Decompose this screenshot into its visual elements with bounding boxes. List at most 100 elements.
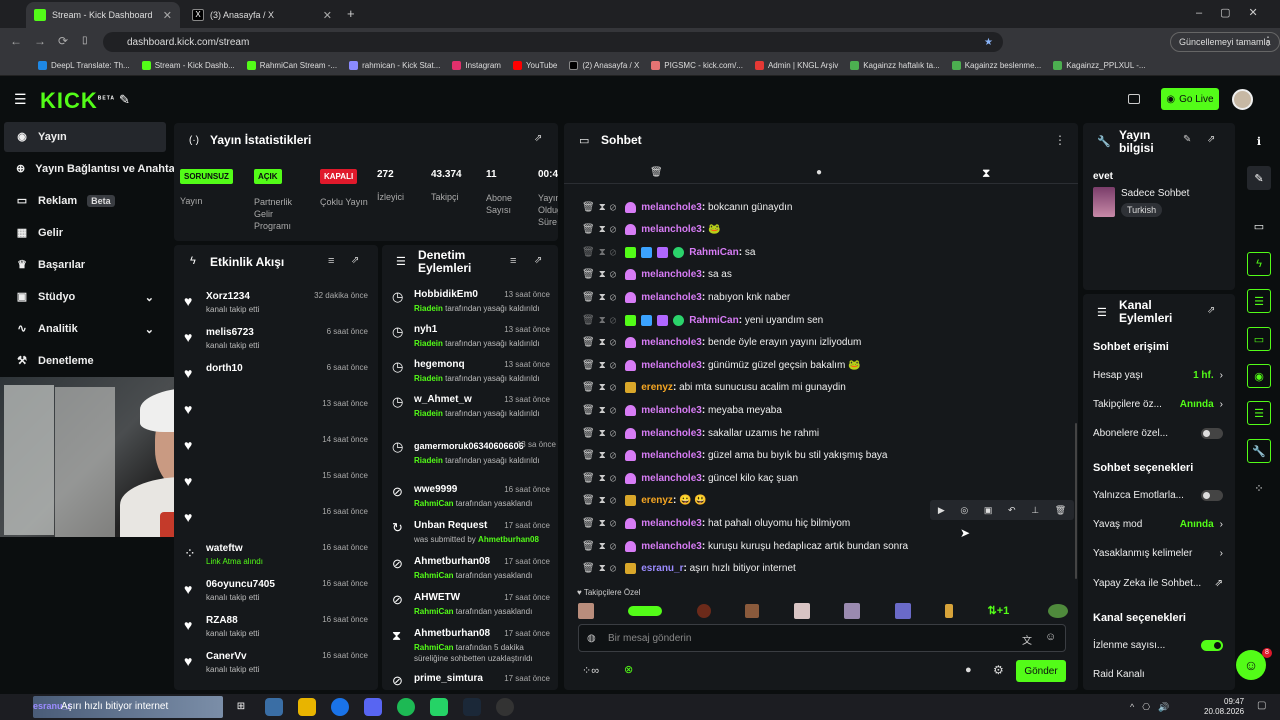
chat-username[interactable]: melanchole3 bbox=[641, 450, 702, 461]
close-tab-icon[interactable]: ✕ bbox=[163, 9, 172, 22]
emote-icon[interactable] bbox=[1047, 604, 1068, 618]
steam-icon[interactable] bbox=[463, 698, 481, 716]
theatre-icon[interactable]: ▭ bbox=[1247, 214, 1271, 238]
apps-icon[interactable]: ⁘ bbox=[1247, 476, 1271, 500]
sidebar-item-stream-key[interactable]: ⊕ Yayın Bağlantısı ve Anahtarı bbox=[4, 154, 182, 184]
sidebar-item-achievements[interactable]: ♛ Başarılar bbox=[4, 250, 166, 280]
chat-username[interactable]: melanchole3 bbox=[641, 224, 702, 235]
clock[interactable]: 09:47 20.08.2026 bbox=[1204, 697, 1244, 717]
activity-user[interactable]: CanerVv bbox=[206, 651, 247, 662]
chat-username[interactable]: melanchole3 bbox=[641, 518, 702, 529]
sidebar-item-studio[interactable]: ▣ Stüdyo ⌄ bbox=[4, 282, 166, 312]
window-controls[interactable]: –▢✕ bbox=[1196, 6, 1276, 19]
chat-message[interactable]: 🗑⧗⊘ melanchole3: hat pahalı oluyomu hiç … bbox=[582, 512, 850, 534]
chat-message[interactable]: 🗑⧗⊘ erenyz: 😀 😃 bbox=[582, 490, 707, 512]
mod-action-target[interactable]: HobbidikEm0 bbox=[414, 289, 478, 300]
pin-icon[interactable]: ⊥ bbox=[1031, 505, 1039, 516]
wrench-icon[interactable]: 🔧 bbox=[1247, 439, 1271, 463]
play-icon[interactable]: ▶ bbox=[938, 505, 945, 516]
chat-message[interactable]: 🗑⧗⊘ melanchole3: bokcanın günaydın bbox=[582, 196, 792, 218]
chat-message[interactable]: 🗑⧗⊘ melanchole3: meyaba meyaba bbox=[582, 399, 782, 421]
emote-icon[interactable] bbox=[894, 603, 911, 619]
chat-scrollbar[interactable] bbox=[1075, 423, 1077, 579]
followers-only-setting[interactable]: Takipçilere öz... Anında › bbox=[1093, 399, 1223, 410]
sidebar-item-ads[interactable]: ▭ Reklam Beta bbox=[4, 186, 166, 216]
chat-message[interactable]: 🗑⧗⊘ melanchole3: güncel kilo kaç şuan bbox=[582, 467, 798, 489]
sidebar-item-yayin[interactable]: ◉ Yayın bbox=[4, 122, 166, 152]
moderation-icon[interactable]: ☰ bbox=[1247, 401, 1271, 425]
emote-icon[interactable] bbox=[628, 606, 663, 616]
emotes-only-toggle[interactable] bbox=[1201, 490, 1223, 501]
chat-message[interactable]: 🗑⧗⊘ melanchole3: bende öyle erayın yayın… bbox=[582, 332, 861, 354]
mod-action-target[interactable]: wwe9999 bbox=[414, 484, 457, 495]
message-mod-tools[interactable]: 🗑⧗⊘ bbox=[582, 473, 620, 484]
filter-icon[interactable]: ≡ bbox=[510, 255, 516, 267]
bookmark-item[interactable]: rahmican - Kick Stat... bbox=[349, 61, 440, 70]
bookmark-item[interactable]: Kagainzz_PPLXUL -... bbox=[1053, 61, 1146, 70]
chat-message[interactable]: 🗑⧗⊘ melanchole3: sa as bbox=[582, 264, 732, 286]
infinity-icon[interactable]: ⁘∞ bbox=[582, 664, 599, 677]
chat-username[interactable]: RahmiCan bbox=[689, 247, 738, 258]
mod-action-target[interactable]: prime_simtura bbox=[414, 673, 483, 684]
message-mod-tools[interactable]: 🗑⧗⊘ bbox=[582, 541, 620, 552]
bookmark-item[interactable]: Stream - Kick Dashb... bbox=[141, 61, 235, 70]
bookmark-item[interactable]: RahmiCan Stream -... bbox=[246, 61, 337, 70]
info-icon[interactable]: ℹ bbox=[1247, 129, 1271, 153]
avatar[interactable] bbox=[1232, 89, 1253, 110]
chat-username[interactable]: melanchole3 bbox=[641, 405, 702, 416]
timeout-tab-icon[interactable]: ⧗ bbox=[982, 166, 990, 181]
message-mod-tools[interactable]: 🗑⧗⊘ bbox=[582, 224, 620, 235]
chat-message[interactable]: 🗑⧗⊘ melanchole3: kuruşu kuruşu hedaplıca… bbox=[582, 535, 908, 557]
reply-icon[interactable]: ◎ bbox=[960, 505, 968, 516]
close-tab-icon[interactable]: ✕ bbox=[323, 9, 332, 22]
chat-icon[interactable]: ▭ bbox=[1247, 327, 1271, 351]
chat-message[interactable]: 🗑⧗⊘ RahmiCan: sa bbox=[582, 241, 755, 263]
mod-action-target[interactable]: Unban Request bbox=[414, 520, 487, 531]
bookmark-item[interactable]: Kagainzz beslenme... bbox=[951, 61, 1041, 70]
mod-action-target[interactable]: Ahmetburhan08 bbox=[414, 628, 490, 639]
chat-username[interactable]: melanchole3 bbox=[641, 428, 702, 439]
subs-only-setting[interactable]: Abonelere özel... bbox=[1093, 428, 1223, 439]
message-mod-tools[interactable]: 🗑⧗⊘ bbox=[582, 405, 620, 416]
chrome-icon[interactable] bbox=[331, 698, 349, 716]
task-view-icon[interactable]: ⊞ bbox=[232, 698, 250, 716]
emotes-only-setting[interactable]: Yalnızca Emotlarla... bbox=[1093, 490, 1223, 501]
app-icon[interactable] bbox=[265, 698, 283, 716]
lightning-icon[interactable]: ϟ bbox=[1247, 252, 1271, 276]
emote-icon[interactable] bbox=[696, 604, 711, 618]
chat-message[interactable]: 🗑⧗⊘ melanchole3: 🐸 bbox=[582, 219, 720, 241]
bookmark-item[interactable]: (2) Anasayfa / X bbox=[569, 61, 639, 70]
chat-username[interactable]: RahmiCan bbox=[689, 315, 738, 326]
sidebar-item-moderation[interactable]: ⚒ Denetleme bbox=[4, 346, 166, 376]
emoji-icon[interactable]: ☺ bbox=[1045, 631, 1056, 643]
message-mod-tools[interactable]: 🗑⧗⊘ bbox=[582, 315, 620, 326]
activity-user[interactable]: dorth10 bbox=[206, 363, 243, 374]
tools-icon[interactable]: ✎ bbox=[119, 92, 130, 108]
menu-dots-icon[interactable]: ⋮ bbox=[1262, 34, 1274, 48]
chat-username[interactable]: melanchole3 bbox=[641, 337, 702, 348]
emote-icon[interactable] bbox=[945, 604, 954, 618]
theatre-mode-icon[interactable] bbox=[1128, 94, 1140, 104]
banned-words-setting[interactable]: Yasaklanmış kelimeler › bbox=[1093, 548, 1223, 559]
system-tray[interactable]: ^⎔🔊 bbox=[1130, 702, 1177, 713]
chat-input[interactable]: ◍ Bir mesaj gönderin 文 ☺ bbox=[578, 624, 1066, 652]
chat-username[interactable]: melanchole3 bbox=[641, 473, 702, 484]
subs-only-toggle[interactable] bbox=[1201, 428, 1223, 439]
bookmark-item[interactable]: Instagram bbox=[452, 61, 501, 70]
popout-icon[interactable]: ⇗ bbox=[351, 255, 359, 266]
nav-buttons[interactable]: ←→⟳ bbox=[10, 34, 80, 48]
emote-icon[interactable]: ⇅+1 bbox=[988, 604, 1014, 618]
edit-icon[interactable]: ✎ bbox=[1247, 166, 1271, 190]
popout-icon[interactable]: ⇗ bbox=[534, 133, 542, 144]
message-mod-tools[interactable]: 🗑⧗⊘ bbox=[582, 450, 620, 461]
broadcast-icon[interactable]: ◉ bbox=[1247, 364, 1271, 388]
emote-icon[interactable] bbox=[793, 603, 810, 619]
discord-icon[interactable] bbox=[364, 698, 382, 716]
bookmark-item[interactable]: DeepL Translate: Th... bbox=[38, 61, 130, 70]
activity-user[interactable]: wateftw bbox=[206, 543, 243, 554]
activity-user[interactable]: Xorz1234 bbox=[206, 291, 250, 302]
emote-icon[interactable] bbox=[578, 603, 594, 619]
activity-user[interactable]: melis6723 bbox=[206, 327, 254, 338]
chat-settings-bubble-icon[interactable]: ● bbox=[965, 664, 972, 676]
message-mod-tools[interactable]: 🗑⧗⊘ bbox=[582, 495, 620, 506]
